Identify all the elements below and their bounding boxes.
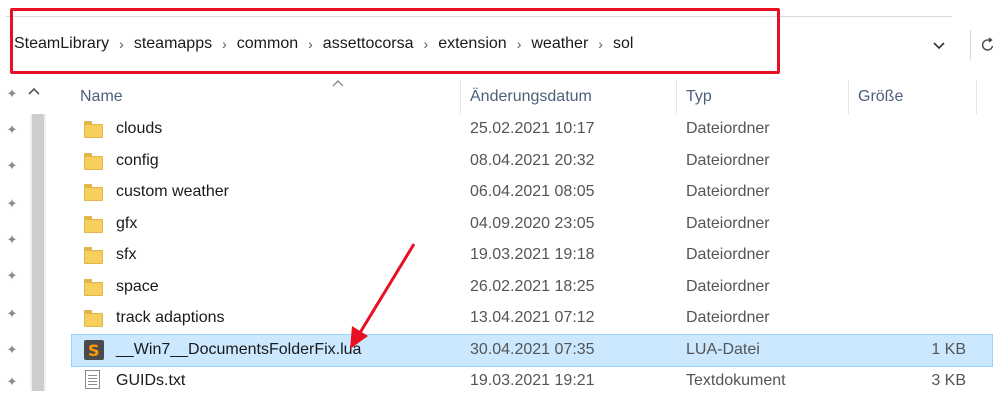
file-type: Dateiordner: [686, 183, 770, 200]
folder-icon: [84, 184, 103, 201]
folder-icon: [84, 152, 103, 170]
folder-icon: [84, 278, 103, 296]
file-date: 06.04.2021 08:05: [470, 183, 595, 200]
folder-icon: [84, 247, 103, 264]
file-date: 04.09.2020 23:05: [470, 214, 595, 232]
pin-icon[interactable]: ✦: [4, 306, 20, 322]
file-size: 1 KB: [931, 340, 966, 358]
file-type: Dateiordner: [686, 277, 770, 295]
folder-icon: [84, 121, 103, 138]
file-date: 08.04.2021 20:32: [470, 151, 595, 169]
file-date: 30.04.2021 07:35: [470, 340, 595, 358]
file-row[interactable]: config 08.04.2021 20:32 Dateiordner: [72, 146, 992, 178]
file-row[interactable]: GUIDs.txt 19.03.2021 19:21 Textdokument …: [72, 366, 992, 398]
folder-icon: [84, 215, 103, 233]
pin-icon[interactable]: ✦: [4, 158, 20, 174]
sort-ascending-icon: [332, 74, 344, 90]
file-date: 13.04.2021 07:12: [470, 309, 595, 326]
pin-icon[interactable]: ✦: [4, 122, 20, 138]
file-date: 25.02.2021 10:17: [470, 120, 595, 137]
file-row[interactable]: space 26.02.2021 18:25 Dateiordner: [72, 272, 992, 304]
file-name: __Win7__DocumentsFolderFix.lua: [116, 340, 362, 358]
chevron-up-icon[interactable]: [28, 82, 40, 98]
address-bar-area: SteamLibrary › steamapps › common › asse…: [0, 0, 1008, 74]
column-size[interactable]: Größe: [858, 88, 903, 106]
pin-icon[interactable]: ✦: [4, 196, 20, 212]
chevron-down-icon[interactable]: [924, 34, 954, 58]
file-type: Dateiordner: [686, 120, 770, 137]
pin-icon[interactable]: ✦: [4, 268, 20, 284]
file-type: Dateiordner: [686, 309, 770, 326]
file-row[interactable]: gfx 04.09.2020 23:05 Dateiordner: [72, 209, 992, 241]
file-row[interactable]: sfx 19.03.2021 19:18 Dateiordner: [72, 240, 992, 272]
file-row[interactable]: track adaptions 13.04.2021 07:12 Dateior…: [72, 303, 992, 335]
file-name: gfx: [116, 214, 138, 232]
column-name[interactable]: Name: [80, 88, 123, 106]
column-type[interactable]: Typ: [686, 88, 712, 106]
folder-icon: [84, 310, 103, 327]
column-date[interactable]: Änderungsdatum: [470, 88, 592, 106]
file-row[interactable]: clouds 25.02.2021 10:17 Dateiordner: [72, 114, 992, 146]
file-date: 19.03.2021 19:18: [470, 246, 595, 263]
column-divider[interactable]: [976, 80, 977, 114]
file-name: sfx: [116, 246, 137, 263]
file-name: GUIDs.txt: [116, 372, 186, 389]
pin-icon[interactable]: ✦: [4, 232, 20, 248]
file-size: 3 KB: [931, 372, 966, 389]
pin-icon[interactable]: ✦: [4, 342, 20, 358]
column-divider[interactable]: [848, 80, 849, 114]
pin-icon[interactable]: ✦: [4, 86, 20, 102]
column-divider[interactable]: [460, 80, 461, 114]
file-type: Textdokument: [686, 372, 786, 389]
file-type: Dateiordner: [686, 246, 770, 263]
red-highlight-annotation: [10, 8, 780, 74]
scrollbar-thumb[interactable]: [32, 114, 44, 391]
text-file-icon: [85, 370, 100, 389]
column-divider[interactable]: [676, 80, 677, 114]
file-date: 19.03.2021 19:21: [470, 372, 595, 389]
column-header: Name Änderungsdatum Typ Größe: [72, 80, 992, 114]
file-type: Dateiordner: [686, 214, 770, 232]
file-name: track adaptions: [116, 309, 225, 326]
file-type: LUA-Datei: [686, 340, 760, 358]
refresh-icon[interactable]: [970, 30, 1005, 60]
file-row-selected[interactable]: S __Win7__DocumentsFolderFix.lua 30.04.2…: [71, 333, 993, 367]
file-name: space: [116, 277, 159, 295]
file-list: clouds 25.02.2021 10:17 Dateiordner conf…: [71, 114, 993, 398]
file-date: 26.02.2021 18:25: [470, 277, 595, 295]
file-name: config: [116, 151, 159, 169]
file-row[interactable]: custom weather 06.04.2021 08:05 Dateiord…: [72, 177, 992, 209]
pin-icon[interactable]: ✦: [4, 374, 20, 390]
lua-file-icon: S: [84, 339, 104, 360]
file-type: Dateiordner: [686, 151, 770, 169]
file-name: clouds: [116, 120, 163, 137]
file-name: custom weather: [116, 183, 229, 200]
